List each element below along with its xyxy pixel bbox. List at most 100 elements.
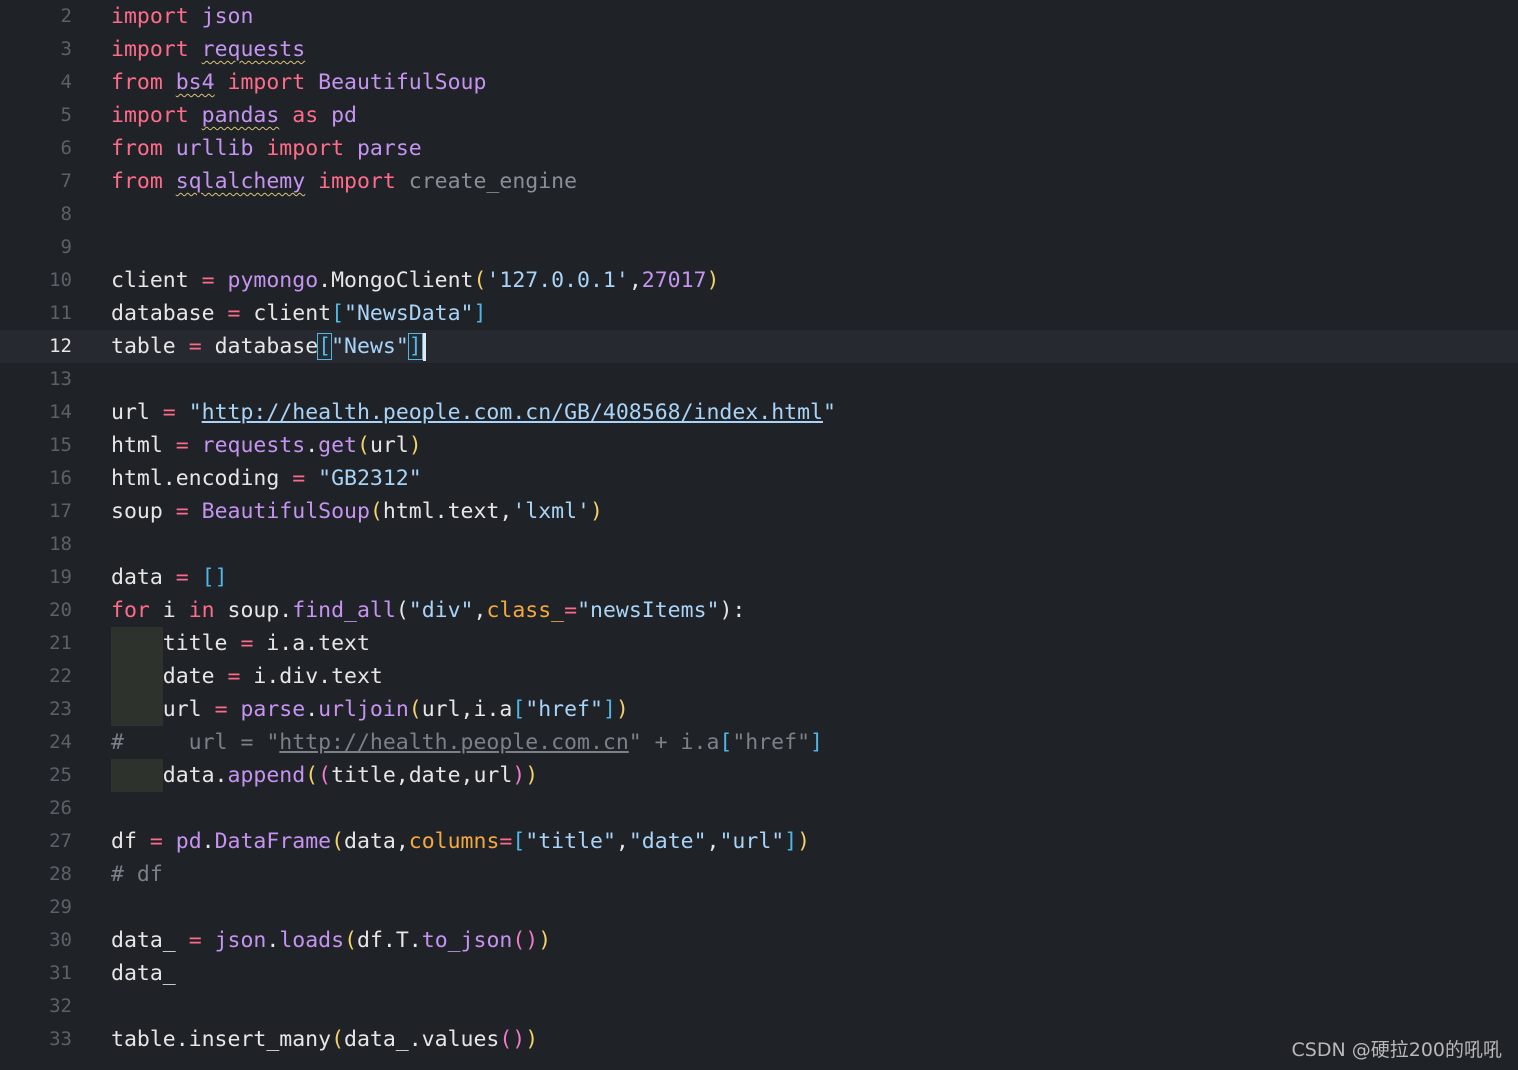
line-number: 12 (49, 335, 72, 357)
code-text[interactable]: data.append((title,date,url)) (111, 759, 538, 792)
code-line[interactable]: 7 from sqlalchemy import create_engine (0, 165, 1518, 198)
code-token: . (266, 928, 280, 953)
code-line[interactable]: 19 data = [] (0, 561, 1518, 594)
code-line[interactable]: 18 (0, 528, 1518, 561)
code-token: "href" (525, 697, 603, 722)
code-token: i (149, 598, 189, 623)
code-token: # df (111, 862, 163, 887)
code-text[interactable]: data_ (111, 957, 176, 990)
code-text[interactable]: # url = "http://health.people.com.cn" + … (111, 726, 823, 759)
code-text[interactable]: import json (111, 0, 253, 33)
line-number: 3 (60, 38, 72, 60)
code-line[interactable]: 3 import requests (0, 33, 1518, 66)
code-line[interactable]: 21 title = i.a.text (0, 627, 1518, 660)
code-line[interactable]: 13 (0, 363, 1518, 396)
code-text[interactable]: url = "http://health.people.com.cn/GB/40… (111, 396, 836, 429)
code-text[interactable]: for i in soup.find_all("div",class_="new… (111, 594, 745, 627)
code-text[interactable]: client = pymongo.MongoClient('127.0.0.1'… (111, 264, 719, 297)
code-line[interactable]: 14 url = "http://health.people.com.cn/GB/… (0, 396, 1518, 429)
code-line[interactable]: 27 df = pd.DataFrame(data,columns=["title… (0, 825, 1518, 858)
line-number: 17 (49, 500, 72, 522)
code-text[interactable]: import requests (111, 33, 305, 66)
code-text[interactable]: from bs4 import BeautifulSoup (111, 66, 486, 99)
code-text[interactable]: table.insert_many(data_.values()) (111, 1023, 538, 1056)
code-token: get (318, 433, 357, 458)
code-token: as (292, 103, 319, 128)
code-line[interactable]: 32 (0, 990, 1518, 1023)
code-line[interactable]: 33 table.insert_many(data_.values()) (0, 1023, 1518, 1056)
line-number: 26 (49, 797, 72, 819)
code-token: . (305, 697, 319, 722)
code-line[interactable]: 28 # df (0, 858, 1518, 891)
code-text[interactable]: from urllib import parse (111, 132, 422, 165)
code-line[interactable]: 20 for i in soup.find_all("div",class_="n… (0, 594, 1518, 627)
code-token: [] (201, 565, 228, 590)
code-line[interactable]: 5 import pandas as pd (0, 99, 1518, 132)
code-line[interactable]: 25 data.append((title,date,url)) (0, 759, 1518, 792)
code-token: requests (201, 37, 306, 62)
csdn-watermark: CSDN @硬拉200的吼吼 (1291, 1039, 1502, 1061)
code-line[interactable]: 6 from urllib import parse (0, 132, 1518, 165)
code-line[interactable]: 16 html.encoding = "GB2312" (0, 462, 1518, 495)
code-token: soup (111, 499, 163, 524)
line-number: 2 (60, 5, 72, 27)
code-line[interactable]: 29 (0, 891, 1518, 924)
line-number: 22 (49, 665, 72, 687)
code-text[interactable]: data = [] (111, 561, 228, 594)
code-editor[interactable]: 2 import json 3 import requests 4 from bs4 im… (0, 0, 1518, 1070)
code-line[interactable]: 26 (0, 792, 1518, 825)
code-token: = (175, 499, 189, 524)
code-token: i.div.text (240, 664, 383, 689)
code-text[interactable]: soup = BeautifulSoup(html.text,'lxml') (111, 495, 603, 528)
code-text[interactable]: html = requests.get(url) (111, 429, 422, 462)
code-token: 'lxml' (512, 499, 590, 524)
code-text[interactable]: from sqlalchemy import create_engine (111, 165, 577, 198)
code-text[interactable]: data_ = json.loads(df.T.to_json()) (111, 924, 551, 957)
code-text[interactable]: title = i.a.text (111, 627, 370, 660)
code-token: url,i.a (421, 697, 513, 722)
code-text[interactable]: html.encoding = "GB2312" (111, 462, 422, 495)
code-token: = (240, 631, 254, 656)
code-token: ) (512, 763, 526, 788)
code-line[interactable]: 8 (0, 198, 1518, 231)
code-text[interactable]: import pandas as pd (111, 99, 357, 132)
code-text[interactable]: df = pd.DataFrame(data,columns=["title",… (111, 825, 810, 858)
code-token: . (201, 829, 215, 854)
code-token: = (227, 301, 241, 326)
code-text[interactable]: url = parse.urljoin(url,i.a["href"]) (111, 693, 629, 726)
code-line[interactable]: 15 html = requests.get(url) (0, 429, 1518, 462)
code-text[interactable]: database = client["NewsData"] (111, 297, 486, 330)
code-token: data. (111, 763, 228, 788)
code-line[interactable]: 2 import json (0, 0, 1518, 33)
code-line[interactable]: 12 table = database["News"] (0, 330, 1518, 363)
code-text[interactable]: date = i.div.text (111, 660, 383, 693)
code-line[interactable]: 24 # url = "http://health.people.com.cn" … (0, 726, 1518, 759)
code-line[interactable]: 23 url = parse.urljoin(url,i.a["href"]) (0, 693, 1518, 726)
code-token: ( (331, 829, 345, 854)
code-line[interactable]: 11 database = client["NewsData"] (0, 297, 1518, 330)
code-text[interactable]: # df (111, 858, 163, 891)
code-line[interactable]: 31 data_ (0, 957, 1518, 990)
code-line[interactable]: 30 data_ = json.loads(df.T.to_json()) (0, 924, 1518, 957)
code-line[interactable]: 10 client = pymongo.MongoClient('127.0.0.… (0, 264, 1518, 297)
code-line[interactable]: 22 date = i.div.text (0, 660, 1518, 693)
code-text[interactable]: table = database["News"] (111, 330, 426, 363)
line-number: 5 (60, 104, 72, 126)
code-token: "News" (331, 334, 409, 359)
code-token: "NewsData" (344, 301, 474, 326)
code-line[interactable]: 9 (0, 231, 1518, 264)
line-number: 21 (49, 632, 72, 654)
text-cursor (422, 333, 426, 361)
code-token: parse (356, 136, 422, 161)
code-line[interactable]: 4 from bs4 import BeautifulSoup (0, 66, 1518, 99)
code-line[interactable]: 17 soup = BeautifulSoup(html.text,'lxml') (0, 495, 1518, 528)
